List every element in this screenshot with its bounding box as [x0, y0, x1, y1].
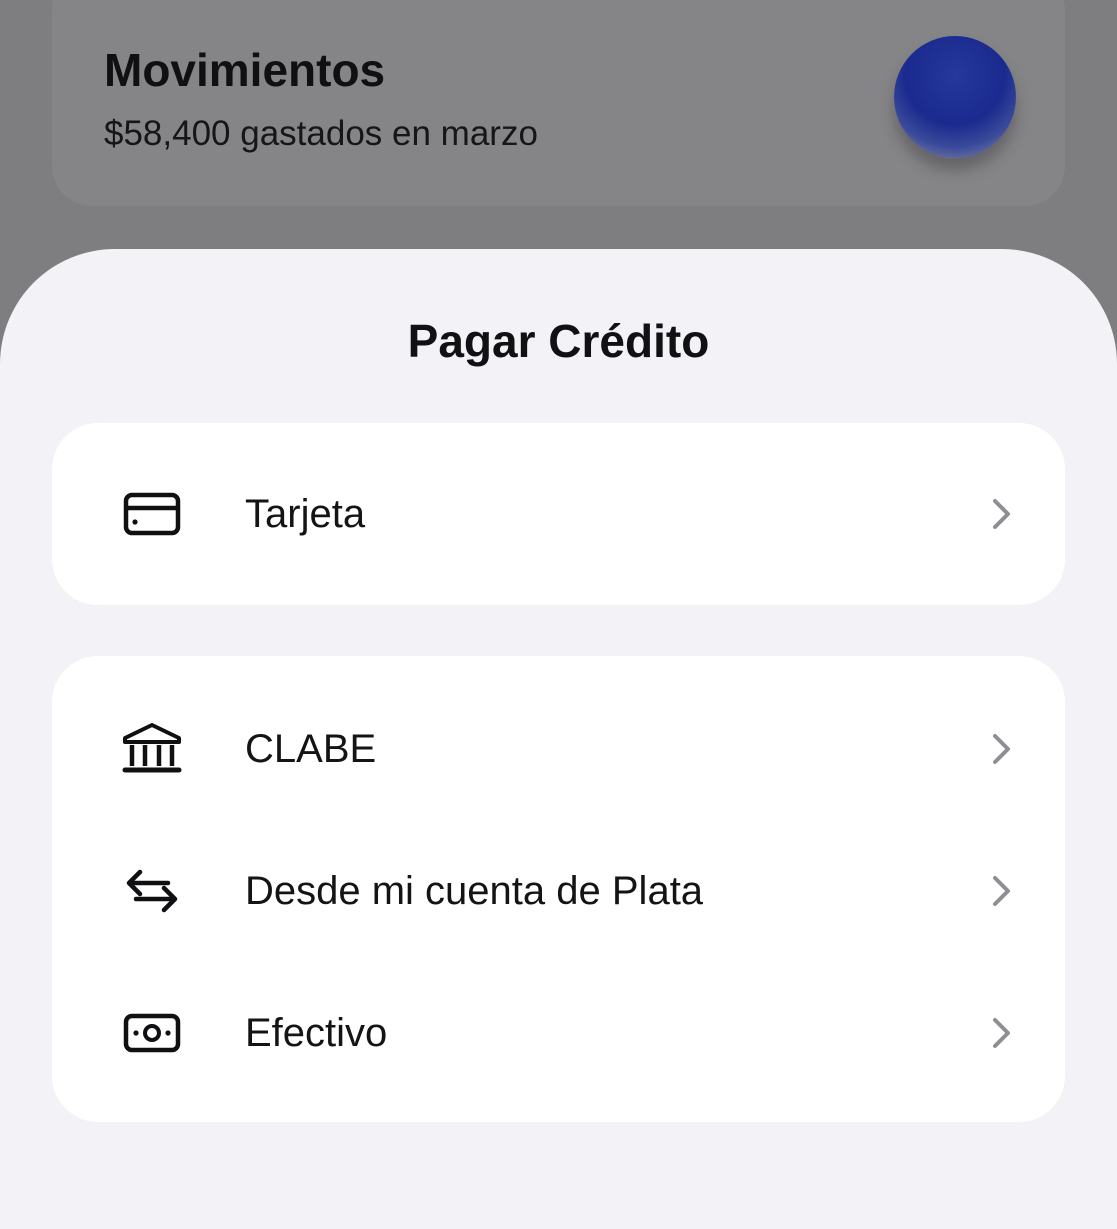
sheet-title: Pagar Crédito — [407, 315, 710, 367]
movements-title: Movimientos — [104, 44, 386, 96]
credit-card-icon — [122, 486, 182, 542]
movements-card: Movimientos $58,400 gastados en marzo — [52, 0, 1065, 206]
payment-options-group-card: Tarjeta — [52, 423, 1065, 605]
option-label: Efectivo — [245, 1011, 388, 1055]
movements-orb-icon — [894, 36, 1016, 158]
option-tarjeta[interactable]: Tarjeta — [52, 443, 1065, 585]
cash-icon — [122, 1005, 182, 1061]
chevron-right-icon — [990, 496, 1014, 532]
chevron-right-icon — [990, 731, 1014, 767]
payment-options-group-transfer: CLABE Desde mi cuenta de Plata Efectivo — [52, 656, 1065, 1122]
option-plata-account[interactable]: Desde mi cuenta de Plata — [52, 820, 1065, 962]
option-label: Desde mi cuenta de Plata — [245, 869, 704, 913]
chevron-right-icon — [990, 1015, 1014, 1051]
bank-icon — [122, 721, 182, 777]
chevron-right-icon — [990, 873, 1014, 909]
pay-credit-sheet: Pagar Crédito Tarjeta CLABE Desde mi cue… — [0, 249, 1117, 1229]
movements-subtitle: $58,400 gastados en marzo — [104, 114, 538, 153]
transfer-arrows-icon — [122, 863, 182, 919]
option-label: CLABE — [245, 727, 377, 771]
option-label: Tarjeta — [245, 492, 366, 536]
option-clabe[interactable]: CLABE — [52, 678, 1065, 820]
option-efectivo[interactable]: Efectivo — [52, 962, 1065, 1104]
